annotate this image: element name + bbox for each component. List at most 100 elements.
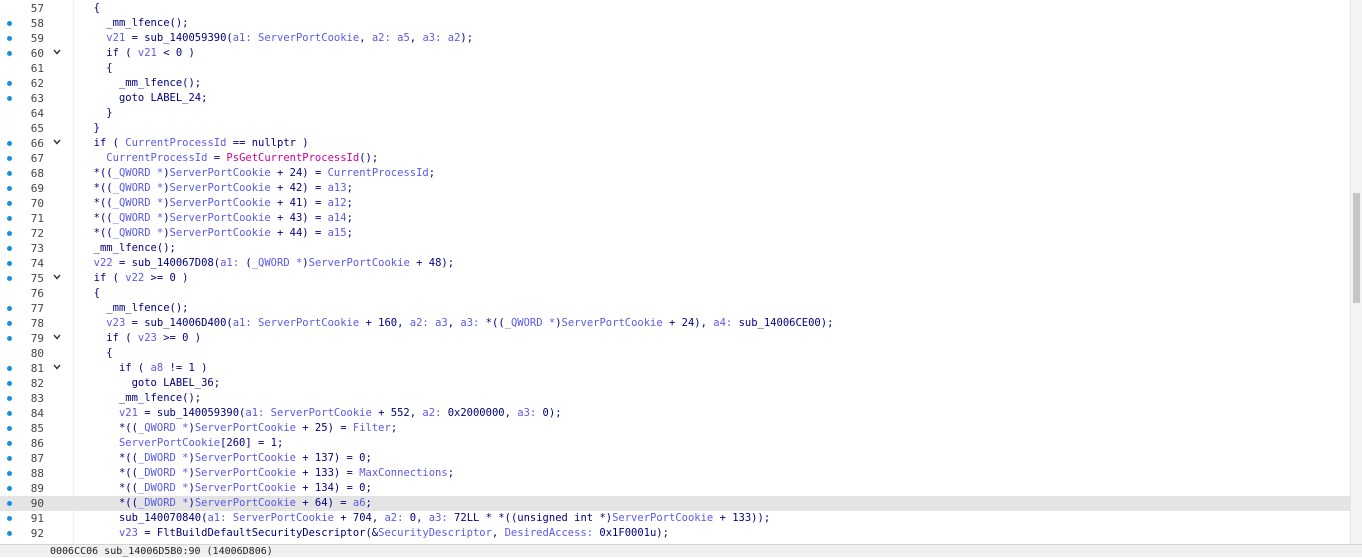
code-text[interactable]: v21 = sub_140059390(a1: ServerPortCookie… [81,31,473,46]
code-text[interactable]: *((_QWORD *)ServerPortCookie + 24) = Cur… [81,166,435,181]
code-line[interactable]: 77 _mm_lfence(); [0,301,1350,316]
code-line[interactable]: 63 goto LABEL_24; [0,91,1350,106]
code-text[interactable]: if ( v22 >= 0 ) [81,271,189,286]
line-number: 92 [30,527,44,540]
fold-chevron-icon[interactable] [52,137,62,147]
code-line[interactable]: 58 _mm_lfence(); [0,16,1350,31]
code-text[interactable]: v23 = sub_14006D400(a1: ServerPortCookie… [81,316,833,331]
code-line[interactable]: 59 v21 = sub_140059390(a1: ServerPortCoo… [0,31,1350,46]
code-line[interactable]: 81 if ( a8 != 1 ) [0,361,1350,376]
code-token: a2: [371,32,398,44]
code-text[interactable]: if ( a8 != 1 ) [81,361,208,376]
line-number: 65 [30,122,44,135]
code-text[interactable]: if ( v23 >= 0 ) [81,331,201,346]
code-text[interactable]: *((_DWORD *)ServerPortCookie + 134) = 0; [81,481,372,496]
code-text[interactable]: { [81,286,100,301]
code-token: _QWORD * [137,422,189,434]
code-line[interactable]: 78 v23 = sub_14006D400(a1: ServerPortCoo… [0,316,1350,331]
code-line[interactable]: 64 } [0,106,1350,121]
code-text[interactable]: { [81,346,112,361]
code-token: + 41) = [270,197,328,209]
code-line[interactable]: 83 _mm_lfence(); [0,391,1350,406]
code-line[interactable]: 75 if ( v22 >= 0 ) [0,271,1350,286]
code-text[interactable]: { [81,1,100,16]
code-text[interactable]: *((_QWORD *)ServerPortCookie + 42) = a13… [81,181,353,196]
code-token: + 43) = [270,212,328,224]
code-line[interactable]: 65 } [0,121,1350,136]
code-line[interactable]: 88 *((_DWORD *)ServerPortCookie + 133) =… [0,466,1350,481]
code-token: _mm_lfence(); [118,77,202,89]
code-line[interactable]: 62 _mm_lfence(); [0,76,1350,91]
pseudocode-editor[interactable]: 57 {58 _mm_lfence(); 59 v21 = sub_1400593… [0,0,1350,544]
code-text[interactable]: _mm_lfence(); [81,391,201,406]
code-token: (); [359,152,379,164]
code-text[interactable]: v22 = sub_140067D08(a1: (_QWORD *)Server… [81,256,454,271]
code-text[interactable]: *((_DWORD *)ServerPortCookie + 137) = 0; [81,451,372,466]
code-text[interactable]: { [81,61,112,76]
code-line[interactable]: 82 goto LABEL_36; [0,376,1350,391]
code-token: if ( [106,47,138,59]
code-text[interactable]: v23 = FltBuildDefaultSecurityDescriptor(… [81,526,669,541]
code-line[interactable]: 91 sub_140070840(a1: ServerPortCookie + … [0,511,1350,526]
code-line[interactable]: 89 *((_DWORD *)ServerPortCookie + 134) =… [0,481,1350,496]
code-line[interactable]: 92 v23 = FltBuildDefaultSecurityDescript… [0,526,1350,541]
fold-chevron-icon[interactable] [52,332,62,342]
line-number: 60 [30,47,44,60]
code-text[interactable]: *((_QWORD *)ServerPortCookie + 43) = a14… [81,211,353,226]
code-text[interactable]: *((_QWORD *)ServerPortCookie + 25) = Fil… [81,421,397,436]
scrollbar-thumb[interactable] [1353,193,1360,303]
code-line[interactable]: 60 if ( v21 < 0 ) [0,46,1350,61]
code-line[interactable]: 85 *((_QWORD *)ServerPortCookie + 25) = … [0,421,1350,436]
code-line[interactable]: 71 *((_QWORD *)ServerPortCookie + 43) = … [0,211,1350,226]
code-text[interactable]: goto LABEL_36; [81,376,221,391]
line-number: 86 [30,437,44,450]
code-text[interactable]: ServerPortCookie[260] = 1; [81,436,283,451]
code-text[interactable]: _mm_lfence(); [81,16,188,31]
code-text[interactable]: _mm_lfence(); [81,301,188,316]
code-line[interactable]: 68 *((_QWORD *)ServerPortCookie + 24) = … [0,166,1350,181]
fold-chevron-icon[interactable] [52,362,62,372]
code-text[interactable]: _mm_lfence(); [81,241,176,256]
code-line[interactable]: 70 *((_QWORD *)ServerPortCookie + 41) = … [0,196,1350,211]
code-line[interactable]: 67 CurrentProcessId = PsGetCurrentProces… [0,151,1350,166]
code-line[interactable]: 61 { [0,61,1350,76]
code-token: ; [346,227,353,239]
code-text[interactable]: if ( CurrentProcessId == nullptr ) [81,136,309,151]
code-text[interactable]: *((_QWORD *)ServerPortCookie + 44) = a15… [81,226,353,241]
code-text[interactable]: sub_140070840(a1: ServerPortCookie + 704… [81,511,770,526]
code-line[interactable]: 87 *((_DWORD *)ServerPortCookie + 137) =… [0,451,1350,466]
fold-chevron-icon[interactable] [52,47,62,57]
fold-chevron-icon[interactable] [52,272,62,282]
code-line[interactable]: 79 if ( v23 >= 0 ) [0,331,1350,346]
code-text[interactable]: CurrentProcessId = PsGetCurrentProcessId… [81,151,378,166]
code-text[interactable]: *((_DWORD *)ServerPortCookie + 64) = a6; [81,496,372,511]
code-line[interactable]: 84 v21 = sub_140059390(a1: ServerPortCoo… [0,406,1350,421]
code-text[interactable]: *((_QWORD *)ServerPortCookie + 41) = a12… [81,196,353,211]
code-line[interactable]: 86 ServerPortCookie[260] = 1; [0,436,1350,451]
code-line[interactable]: 66 if ( CurrentProcessId == nullptr ) [0,136,1350,151]
code-token: goto LABEL_36; [131,377,221,389]
code-line[interactable]: 69 *((_QWORD *)ServerPortCookie + 42) = … [0,181,1350,196]
code-text[interactable]: } [81,106,112,121]
code-token: + 44) = [270,227,328,239]
code-line[interactable]: 57 { [0,1,1350,16]
code-line[interactable]: 90 *((_DWORD *)ServerPortCookie + 64) = … [0,496,1350,511]
vertical-scrollbar[interactable] [1350,0,1362,544]
code-text[interactable]: v21 = sub_140059390(a1: ServerPortCookie… [81,406,562,421]
code-text[interactable]: } [81,121,100,136]
line-number: 85 [30,422,44,435]
code-text[interactable]: *((_DWORD *)ServerPortCookie + 133) = Ma… [81,466,454,481]
code-line[interactable]: 80 { [0,346,1350,361]
code-text[interactable]: _mm_lfence(); [81,76,201,91]
code-text[interactable]: if ( v21 < 0 ) [81,46,195,61]
code-text[interactable]: goto LABEL_24; [81,91,208,106]
code-line[interactable]: 73 _mm_lfence(); [0,241,1350,256]
code-line[interactable]: 74 v22 = sub_140067D08(a1: (_QWORD *)Ser… [0,256,1350,271]
line-number: 83 [30,392,44,405]
code-line[interactable]: 72 *((_QWORD *)ServerPortCookie + 44) = … [0,226,1350,241]
code-line[interactable]: 76 { [0,286,1350,301]
